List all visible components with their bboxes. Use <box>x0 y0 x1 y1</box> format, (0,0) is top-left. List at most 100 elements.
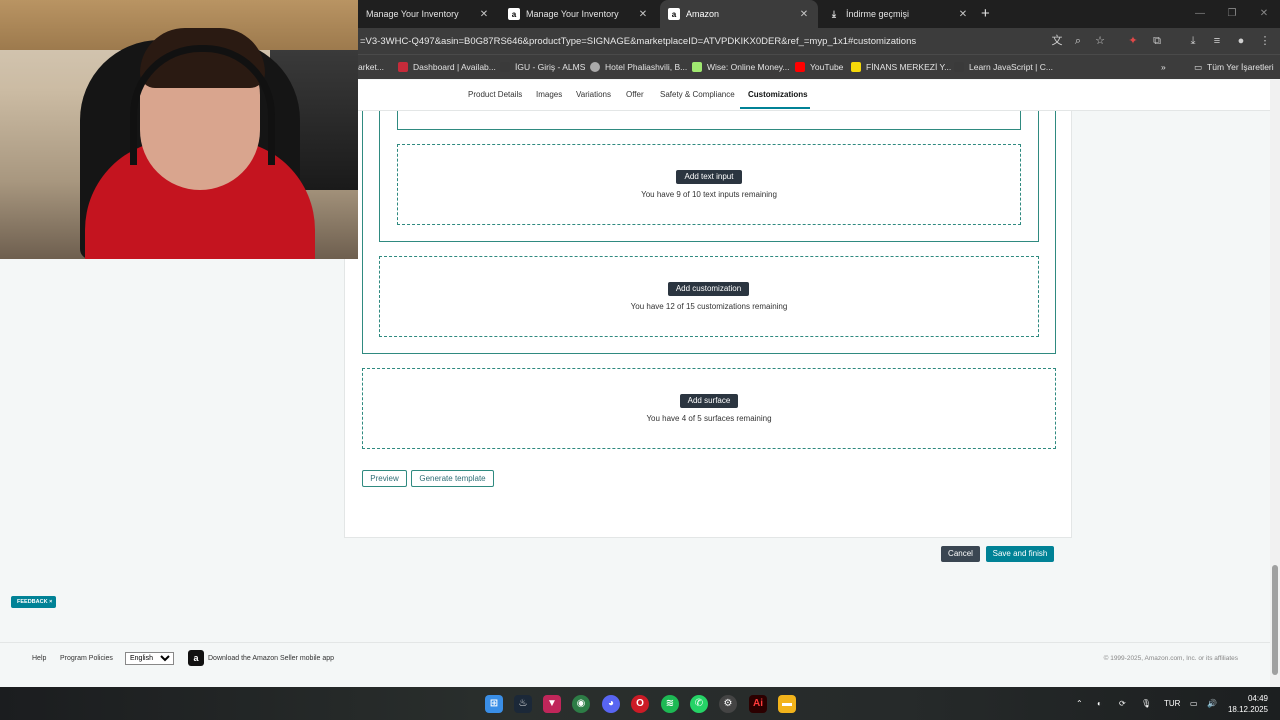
tray-sync-icon[interactable]: ⟳ <box>1119 687 1126 720</box>
program-policies-link[interactable]: Program Policies <box>60 655 113 662</box>
browser-tab[interactable]: a Manage Your Inventory ✕ <box>500 0 657 28</box>
preview-button[interactable]: Preview <box>362 470 407 487</box>
cancel-button[interactable]: Cancel <box>941 546 980 562</box>
all-bookmarks[interactable]: ▭ Tüm Yer İşaretleri <box>1194 55 1274 79</box>
tab-title: Manage Your Inventory <box>366 9 459 19</box>
download-icon[interactable]: ⤓ <box>1184 32 1202 50</box>
extensions-puzzle-icon[interactable]: ⧉ <box>1148 32 1166 50</box>
download-app-link[interactable]: Download the Amazon Seller mobile app <box>208 655 334 662</box>
surfaces-remaining: You have 4 of 5 surfaces remaining <box>646 414 772 423</box>
media-icon[interactable]: ≡ <box>1208 32 1226 50</box>
scrollbar-thumb[interactable] <box>1272 565 1278 675</box>
save-and-finish-button[interactable]: Save and finish <box>986 546 1054 562</box>
amazon-icon: a <box>508 8 520 20</box>
feedback-button[interactable]: FEEDBACK × <box>11 596 56 608</box>
amazon-icon: a <box>668 8 680 20</box>
opera-icon[interactable]: O <box>631 695 649 713</box>
bookmark-favicon <box>398 62 408 72</box>
whatsapp-icon[interactable]: ✆ <box>690 695 708 713</box>
window-controls: — ❐ ✕ <box>1184 0 1280 28</box>
clock-date: 18.12.2025 <box>1227 705 1268 714</box>
bookmark-item[interactable]: Hotel Phaliashvili, B... <box>590 55 687 79</box>
address-bar[interactable]: =V3-3WHC-Q497&asin=B0G87RS646&productTyp… <box>360 30 1120 52</box>
clock-time: 04:49 <box>1247 694 1268 703</box>
tray-overflow-icon[interactable]: ⌃ <box>1076 687 1083 720</box>
close-icon[interactable]: ✕ <box>955 9 971 20</box>
tray-app-icon[interactable]: ◐ <box>1097 687 1102 720</box>
tab-customizations[interactable]: Customizations <box>748 90 808 99</box>
generate-template-button[interactable]: Generate template <box>411 470 494 487</box>
browser-tab[interactable]: ⤓ İndirme geçmişi ✕ <box>820 0 977 28</box>
minimize-icon[interactable]: — <box>1184 0 1216 28</box>
windows-start-icon[interactable]: ⊞ <box>485 695 503 713</box>
bookmark-item[interactable]: Learn JavaScript | C... <box>954 55 1053 79</box>
tab-product-details[interactable]: Product Details <box>468 90 522 99</box>
browser-tab[interactable]: Manage Your Inventory ✕ <box>358 0 498 28</box>
menu-kebab-icon[interactable]: ⋮ <box>1256 32 1274 50</box>
add-surface-button[interactable]: Add surface <box>680 394 738 408</box>
bookmark-favicon <box>954 62 964 72</box>
bookmark-favicon <box>500 62 510 72</box>
page-footer: Help Program Policies English a Download… <box>0 642 1270 687</box>
customizations-remaining: You have 12 of 15 customizations remaini… <box>630 302 788 311</box>
youtube-icon <box>795 62 805 72</box>
customizations-card: Add text input You have 9 of 10 text inp… <box>344 111 1072 538</box>
folder-icon: ▭ <box>1194 61 1203 72</box>
zoom-icon[interactable]: ⌕ <box>1069 32 1087 50</box>
help-link[interactable]: Help <box>32 655 46 662</box>
bookmark-favicon <box>692 62 702 72</box>
add-text-input-zone: Add text input You have 9 of 10 text inp… <box>397 144 1021 225</box>
settings-gear-icon[interactable]: ⚙ <box>719 695 737 713</box>
bookmark-item[interactable]: İGU - Giriş - ALMS <box>500 55 585 79</box>
add-surface-zone: Add surface You have 4 of 5 surfaces rem… <box>362 368 1056 449</box>
close-icon[interactable]: ✕ <box>635 9 651 20</box>
display-icon[interactable]: ▭ <box>1190 687 1198 720</box>
app-icon[interactable]: ▼ <box>543 695 561 713</box>
amazon-app-icon: a <box>188 650 204 666</box>
tab-offer[interactable]: Offer <box>626 90 644 99</box>
windows-taskbar: ⊞ ♨ ▼ ◉ ◕ O ≋ ✆ ⚙ Ai ▬ ⌃ ◐ ⟳ 🎙 TUR ▭ 🔊 0… <box>0 687 1280 720</box>
bookmarks-overflow-icon[interactable]: » <box>1161 55 1166 79</box>
system-clock[interactable]: 04:49 18.12.2025 <box>1228 693 1268 715</box>
globe-icon <box>590 62 600 72</box>
tab-title: Amazon <box>686 9 720 19</box>
spotify-icon[interactable]: ≋ <box>661 695 679 713</box>
language-select[interactable]: English <box>125 652 174 665</box>
chrome-icon[interactable]: ◉ <box>572 695 590 713</box>
webcam-overlay <box>0 0 358 259</box>
file-explorer-icon[interactable]: ▬ <box>778 695 796 713</box>
copyright-text: © 1999-2025, Amazon.com, Inc. or its aff… <box>1103 655 1238 662</box>
browser-tab-active[interactable]: a Amazon ✕ <box>660 0 818 28</box>
volume-icon[interactable]: 🔊 <box>1207 687 1217 720</box>
download-icon: ⤓ <box>832 8 836 19</box>
tab-variations[interactable]: Variations <box>576 90 611 99</box>
text-input-block <box>397 111 1021 130</box>
new-tab-button[interactable]: + <box>981 5 990 22</box>
add-customization-button[interactable]: Add customization <box>668 282 749 296</box>
profile-avatar-icon[interactable]: ● <box>1232 32 1250 50</box>
steam-icon[interactable]: ♨ <box>514 695 532 713</box>
bookmark-item[interactable]: FİNANS MERKEZİ Y... <box>851 55 951 79</box>
tab-images[interactable]: Images <box>536 90 562 99</box>
discord-icon[interactable]: ◕ <box>602 695 620 713</box>
maximize-icon[interactable]: ❐ <box>1216 0 1248 28</box>
active-tab-indicator <box>740 107 810 109</box>
bookmark-item[interactable]: Wise: Online Money... <box>692 55 790 79</box>
close-icon[interactable]: ✕ <box>796 9 812 20</box>
tab-safety-compliance[interactable]: Safety & Compliance <box>660 90 735 99</box>
translate-icon[interactable]: 文 <box>1048 32 1066 50</box>
bookmark-star-icon[interactable]: ☆ <box>1091 32 1109 50</box>
illustrator-icon[interactable]: Ai <box>749 695 767 713</box>
close-window-icon[interactable]: ✕ <box>1248 0 1280 28</box>
page-scrollbar[interactable] <box>1270 80 1280 687</box>
input-language[interactable]: TUR <box>1164 687 1180 720</box>
bookmark-item[interactable]: arket... <box>358 55 384 79</box>
microphone-icon[interactable]: 🎙 <box>1141 687 1151 720</box>
close-icon[interactable]: ✕ <box>476 9 492 20</box>
bookmark-item[interactable]: YouTube <box>795 55 843 79</box>
bookmark-item[interactable]: Dashboard | Availab... <box>398 55 496 79</box>
bookmark-favicon <box>851 62 861 72</box>
add-text-input-button[interactable]: Add text input <box>676 170 742 184</box>
tab-title: İndirme geçmişi <box>846 9 910 19</box>
extension-icon[interactable]: ✦ <box>1124 32 1142 50</box>
